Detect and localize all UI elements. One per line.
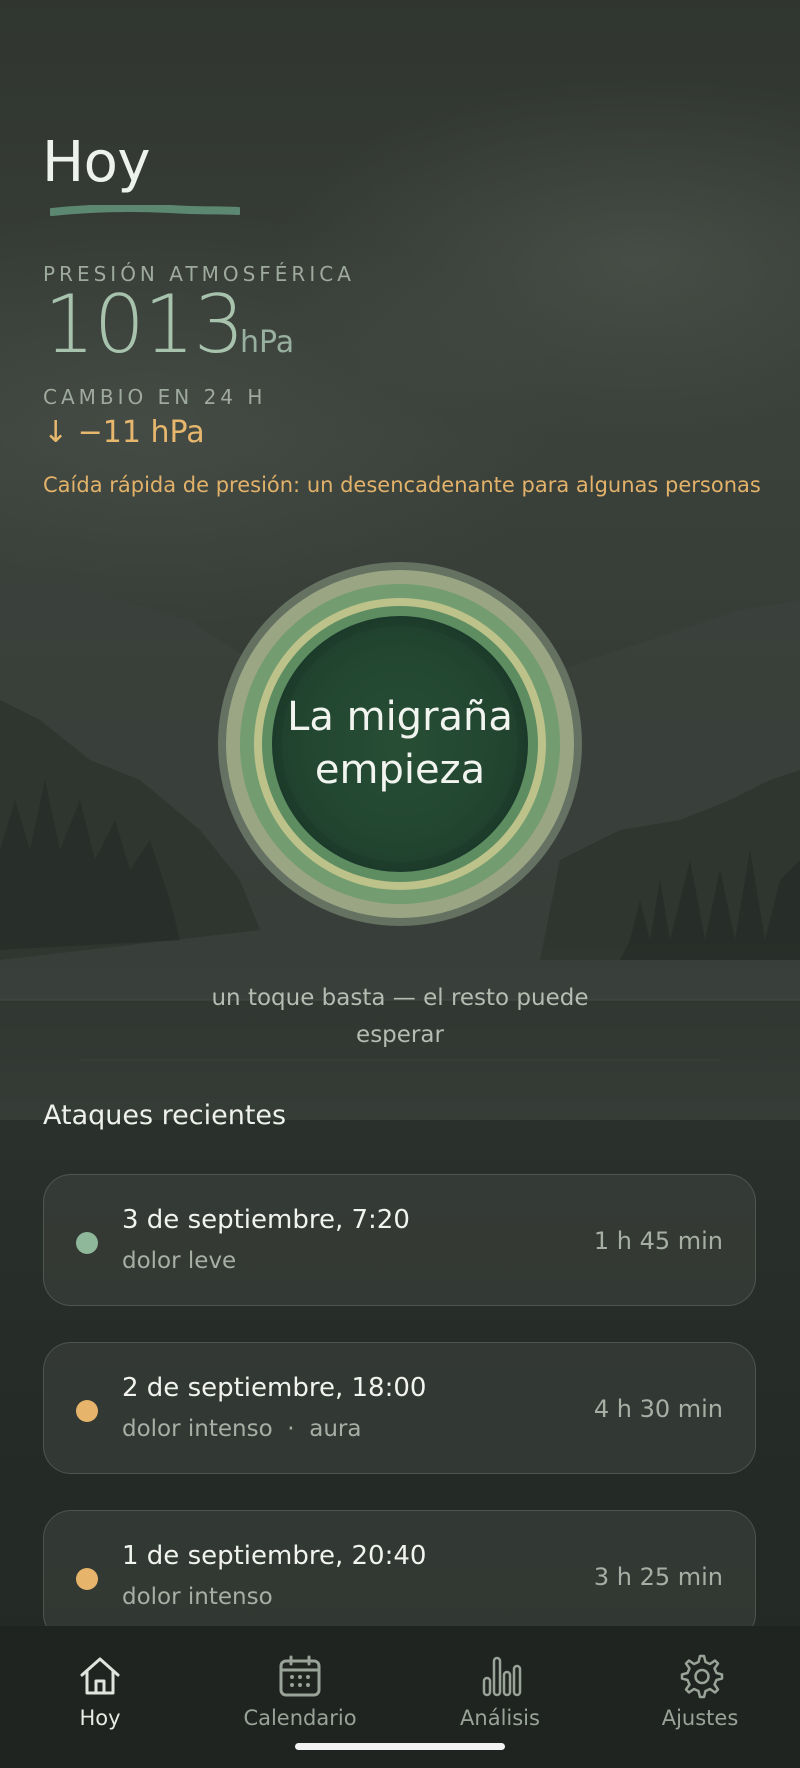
severity-dot <box>76 1400 98 1422</box>
attack-detail: dolor intenso · aura <box>122 1416 362 1442</box>
gear-icon <box>680 1654 724 1699</box>
attack-card[interactable]: 2 de septiembre, 18:00 dolor intenso · a… <box>43 1342 756 1474</box>
attack-date: 3 de septiembre, 7:20 <box>122 1205 410 1235</box>
attack-detail: dolor intenso <box>122 1584 273 1610</box>
pressure-alert: Caída rápida de presión: un desencadenan… <box>43 473 761 497</box>
pressure-unit: hPa <box>240 325 295 360</box>
attack-card[interactable]: 3 de septiembre, 7:20 dolor leve 1 h 45 … <box>43 1174 756 1306</box>
trigger-hint: un toque basta — el resto puede esperar <box>211 985 589 1048</box>
severity-dot <box>76 1232 98 1254</box>
bar-chart-icon <box>482 1656 522 1697</box>
tab-ajustes[interactable]: Ajustes <box>600 1638 800 1738</box>
attack-duration: 3 h 25 min <box>593 1563 723 1591</box>
home-icon <box>80 1657 120 1695</box>
recent-attacks-title: Ataques recientes <box>43 1100 287 1131</box>
tab-label: Hoy <box>79 1706 121 1730</box>
tab-calendario[interactable]: Calendario <box>200 1638 400 1738</box>
pressure-change-value: ↓ −11 hPa <box>43 415 205 450</box>
change-label: CAMBIO EN 24 H <box>43 385 267 409</box>
migraine-start-label: La migraña empieza <box>287 694 513 793</box>
attack-date: 1 de septiembre, 20:40 <box>122 1541 427 1571</box>
attack-duration: 1 h 45 min <box>593 1227 723 1255</box>
attack-duration: 4 h 30 min <box>593 1395 723 1423</box>
severity-dot <box>76 1568 98 1590</box>
migraine-start-button[interactable]: La migraña empieza <box>214 558 586 930</box>
attack-card[interactable]: 1 de septiembre, 20:40 dolor intenso 3 h… <box>43 1510 756 1642</box>
home-indicator <box>295 1743 505 1750</box>
tab-analisis[interactable]: Análisis <box>400 1638 600 1738</box>
attack-date: 2 de septiembre, 18:00 <box>122 1373 427 1403</box>
title-underline <box>50 205 240 216</box>
tab-label: Calendario <box>243 1706 357 1730</box>
page-title: Hoy <box>42 130 151 195</box>
tab-label: Ajustes <box>661 1706 739 1730</box>
calendar-icon <box>279 1655 321 1697</box>
tab-hoy[interactable]: Hoy <box>0 1638 200 1738</box>
attack-detail: dolor leve <box>122 1248 237 1274</box>
pressure-value: 1013 <box>44 278 245 371</box>
tab-label: Análisis <box>460 1706 540 1730</box>
